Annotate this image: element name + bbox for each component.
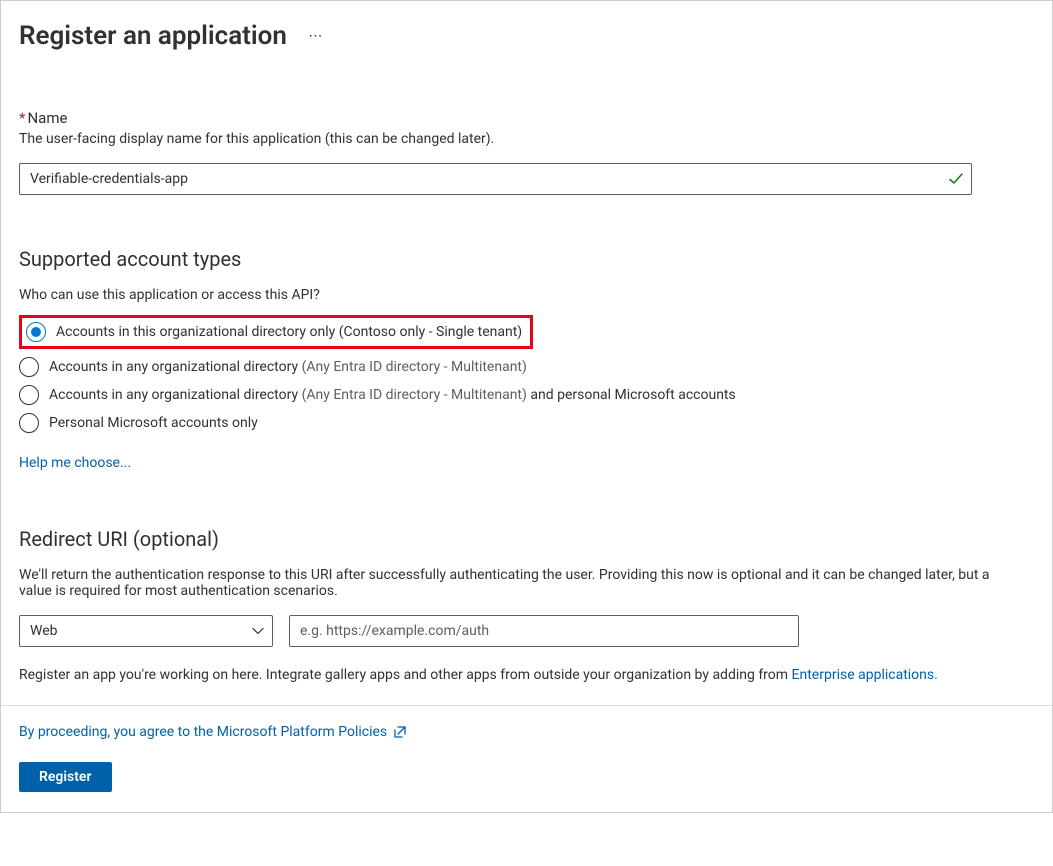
footer-note: Register an app you're working on here. … — [19, 667, 1034, 683]
redirect-uri-heading: Redirect URI (optional) — [19, 527, 1034, 551]
account-types-question: Who can use this application or access t… — [19, 287, 1034, 303]
radio-multitenant-personal-label[interactable]: Accounts in any organizational directory… — [49, 385, 736, 405]
platform-select-value: Web — [30, 623, 58, 639]
name-label: *Name — [19, 109, 1034, 127]
radio-multitenant[interactable] — [19, 357, 39, 377]
radio-single-tenant[interactable] — [26, 322, 46, 342]
radio-single-tenant-label[interactable]: Accounts in this organizational director… — [56, 324, 522, 340]
account-types-heading: Supported account types — [19, 247, 1034, 271]
radio-multitenant-label[interactable]: Accounts in any organizational directory… — [49, 357, 527, 377]
platform-select[interactable]: Web — [19, 615, 273, 647]
register-button[interactable]: Register — [19, 762, 112, 792]
redirect-uri-description: We'll return the authentication response… — [19, 567, 999, 599]
radio-personal-only[interactable] — [19, 413, 39, 433]
platform-policies-link[interactable]: By proceeding, you agree to the Microsof… — [19, 724, 387, 740]
chevron-down-icon — [252, 625, 264, 637]
required-marker: * — [19, 109, 25, 127]
name-description: The user-facing display name for this ap… — [19, 131, 1034, 147]
radio-personal-only-label[interactable]: Personal Microsoft accounts only — [49, 413, 258, 433]
help-me-choose-link[interactable]: Help me choose... — [19, 455, 131, 471]
divider — [1, 705, 1052, 706]
redirect-uri-input[interactable] — [289, 615, 799, 647]
external-link-icon — [393, 725, 407, 739]
name-input[interactable] — [19, 163, 972, 195]
enterprise-applications-link[interactable]: Enterprise applications. — [792, 667, 938, 683]
highlighted-option: Accounts in this organizational director… — [19, 315, 533, 349]
page-title: Register an application — [19, 21, 287, 51]
radio-multitenant-personal[interactable] — [19, 385, 39, 405]
check-icon — [948, 171, 964, 187]
more-menu-button[interactable]: ⋯ — [308, 28, 324, 44]
